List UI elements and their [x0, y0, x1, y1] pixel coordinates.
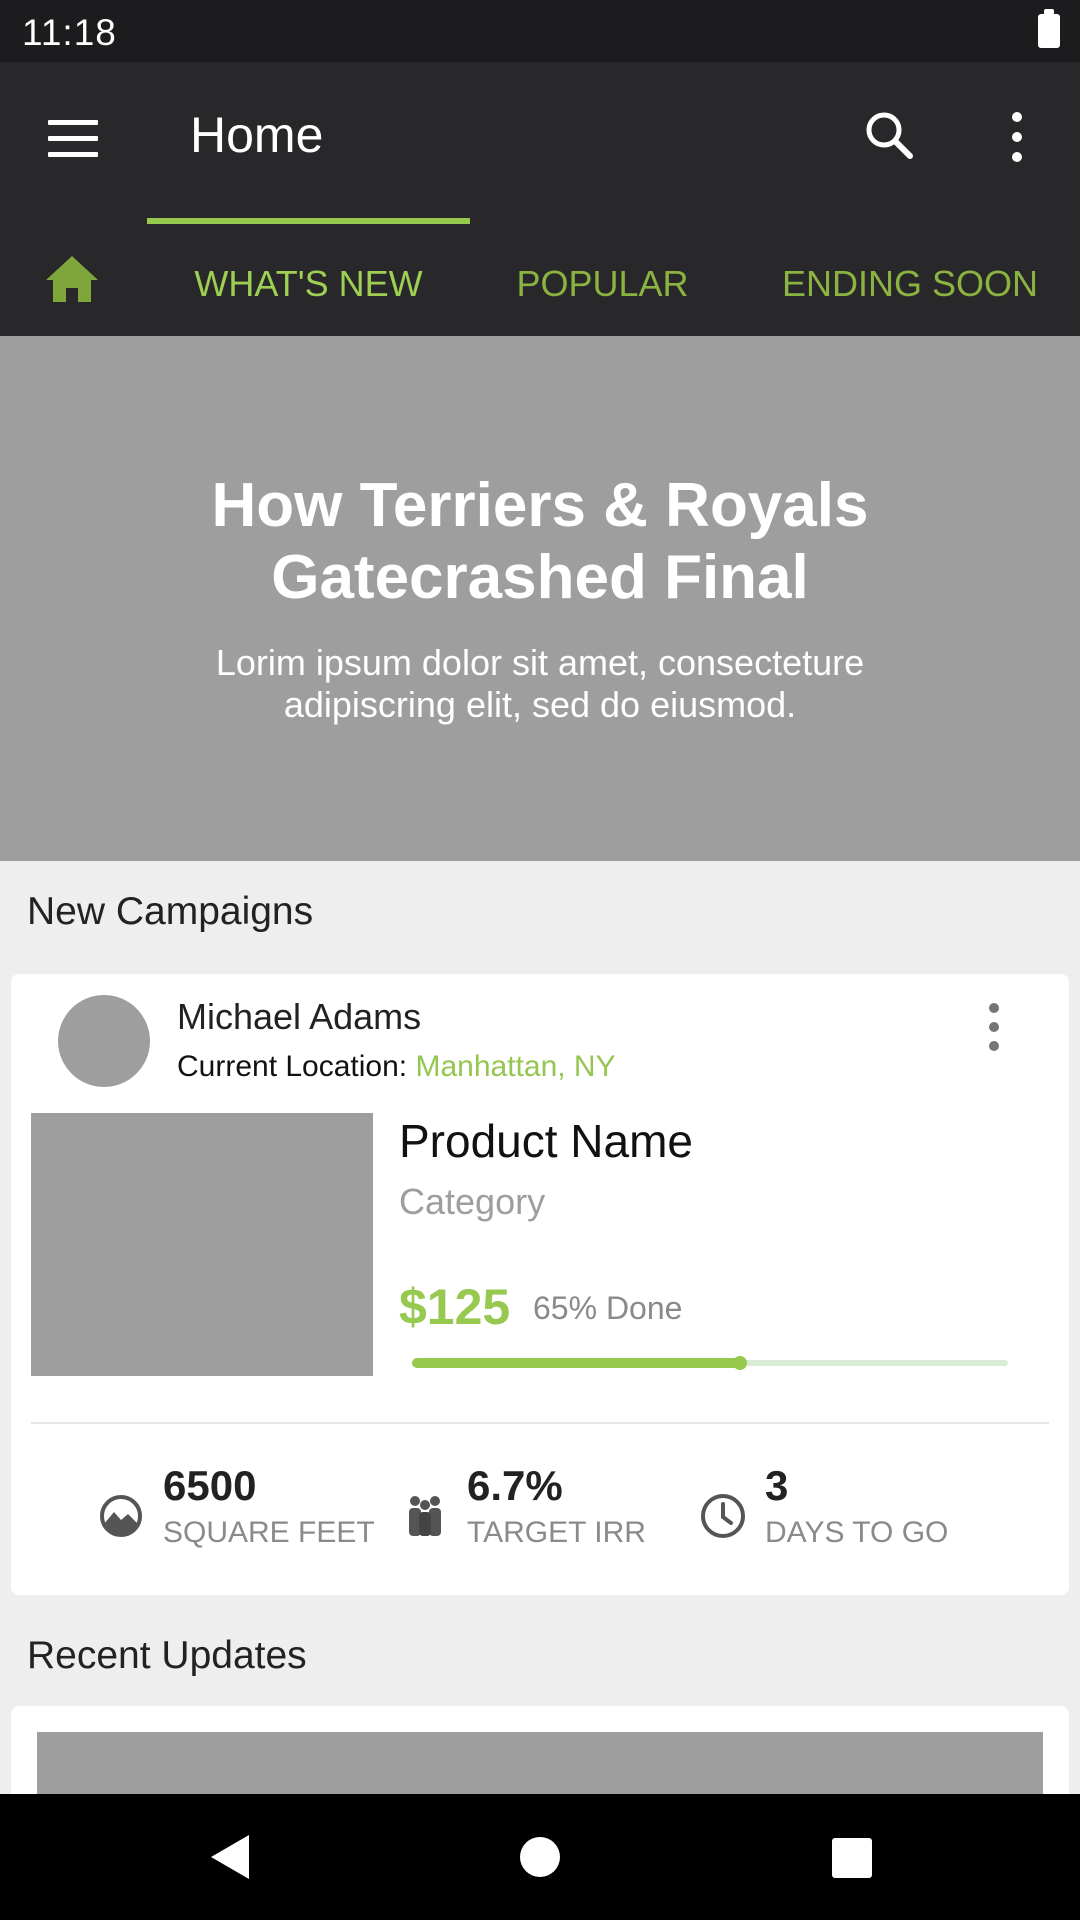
menu-icon[interactable]	[48, 120, 98, 160]
card-more-options-icon[interactable]	[979, 1002, 1009, 1052]
stat-label: SQUARE FEET	[163, 1516, 375, 1549]
tab-whats-new[interactable]: WHAT'S NEW	[147, 234, 470, 336]
app-bar: Home WHAT'S NEW POPULAR ENDING SOON	[0, 62, 1080, 336]
battery-icon	[1038, 9, 1060, 48]
tab-bar: WHAT'S NEW POPULAR ENDING SOON	[0, 234, 1080, 336]
product-category: Category	[399, 1181, 546, 1222]
stat-value: 6500	[163, 1462, 257, 1509]
hero-subtitle: Lorim ipsum dolor sit amet, consecteture…	[215, 642, 865, 725]
product-price: $125	[399, 1279, 511, 1335]
page-title: Home	[190, 107, 324, 163]
product-name: Product Name	[399, 1115, 694, 1167]
stat-label: DAYS TO GO	[765, 1516, 949, 1549]
campaign-card[interactable]: Michael Adams Current Location: Manhatta…	[11, 974, 1069, 1595]
tab-ending-soon[interactable]: ENDING SOON	[770, 234, 1050, 336]
home-icon[interactable]	[44, 254, 100, 304]
back-icon[interactable]	[205, 1832, 259, 1882]
progress-bar	[412, 1356, 1008, 1370]
hero-banner[interactable]: How Terriers & Royals Gatecrashed Final …	[0, 336, 1080, 861]
stat-label: TARGET IRR	[467, 1516, 646, 1549]
status-bar: 11:18	[0, 0, 1080, 62]
location-label: Current Location:	[177, 1050, 408, 1083]
user-name: Michael Adams	[177, 996, 422, 1037]
product-image[interactable]	[31, 1113, 373, 1376]
hero-title: How Terriers & Royals Gatecrashed Final	[211, 471, 869, 612]
status-time: 11:18	[22, 12, 117, 53]
avatar[interactable]	[58, 995, 150, 1087]
section-title-recent-updates: Recent Updates	[27, 1634, 307, 1677]
tab-popular[interactable]: POPULAR	[500, 234, 705, 336]
search-icon[interactable]	[862, 108, 916, 162]
location-value: Manhattan, NY	[415, 1050, 616, 1083]
progress-knob	[732, 1356, 747, 1370]
section-title-new-campaigns: New Campaigns	[27, 890, 314, 933]
clock-icon	[701, 1494, 745, 1538]
stat-value: 3	[765, 1462, 789, 1509]
stat-value: 6.7%	[467, 1462, 563, 1509]
people-icon	[409, 1496, 441, 1536]
location: Current Location: Manhattan, NY	[177, 1050, 616, 1084]
landscape-icon	[100, 1495, 142, 1537]
tab-indicator	[147, 218, 470, 224]
divider	[31, 1422, 1049, 1424]
recent-apps-icon[interactable]	[832, 1838, 872, 1878]
system-nav-bar	[0, 1794, 1080, 1920]
progress-fill	[412, 1358, 740, 1368]
home-button-icon[interactable]	[520, 1837, 560, 1877]
more-options-icon[interactable]	[1000, 110, 1034, 164]
progress-text: 65% Done	[533, 1290, 683, 1326]
